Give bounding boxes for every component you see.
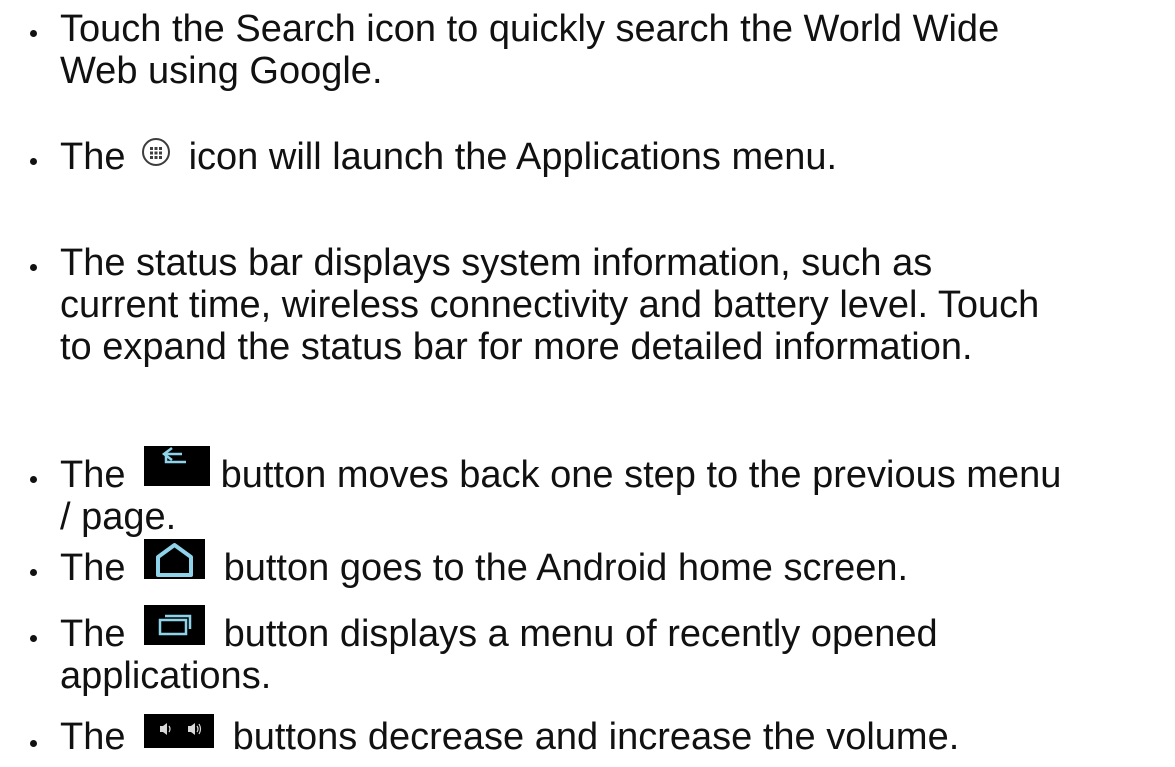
item-text: The status bar displays system informati…: [60, 242, 1170, 368]
home-icon: [144, 539, 206, 579]
bullet-dot: [30, 569, 37, 576]
item-text: The button displays a menu of recently o…: [60, 605, 1170, 697]
item-text-after: button displays a menu of recently opene…: [213, 613, 938, 655]
item-text-before: The: [60, 547, 137, 589]
item-line: applications.: [60, 655, 272, 697]
item-text-before: The: [60, 613, 137, 655]
item-line: The status bar displays system informati…: [60, 242, 933, 284]
bullet-dot: [30, 158, 37, 165]
item-line: to expand the status bar for more detail…: [60, 326, 973, 368]
item-text-before: The: [60, 136, 137, 178]
bullet-dot: [30, 264, 37, 271]
item-text-after: button moves back one step to the previo…: [210, 454, 1062, 496]
item-line: Web using Google.: [60, 50, 383, 92]
item-text: Touch the Search icon to quickly search …: [60, 8, 1170, 92]
item-line: Touch the Search icon to quickly search …: [60, 8, 1000, 50]
item-text-after: buttons decrease and increase the volume…: [222, 716, 960, 758]
bullet-dot: [30, 476, 37, 483]
item-text-after: icon will launch the Applications menu.: [178, 136, 838, 178]
volume-buttons-icon: [144, 714, 215, 748]
item-line: / page.: [60, 496, 177, 538]
item-line: current time, wireless connectivity and …: [60, 284, 1040, 326]
item-text: The button goes to the Android home scre…: [60, 539, 1170, 589]
apps-grid-icon: [142, 138, 171, 166]
item-text: The icon will launch the Applications me…: [60, 136, 1170, 178]
bullet-dot: [30, 740, 37, 747]
bullet-dot: [30, 30, 37, 37]
recent-apps-icon: [144, 605, 206, 645]
item-text-after: button goes to the Android home screen.: [213, 547, 909, 589]
bullet-list: Touch the Search icon to quickly search …: [0, 0, 1175, 767]
item-text: The button moves back one step to the pr…: [60, 446, 1170, 538]
item-text-before: The: [60, 454, 137, 496]
back-arrow-icon: [144, 446, 211, 486]
item-text-before: The: [60, 716, 137, 758]
bullet-dot: [30, 635, 37, 642]
item-text: The buttons decrease and increase the vo…: [60, 714, 1170, 758]
